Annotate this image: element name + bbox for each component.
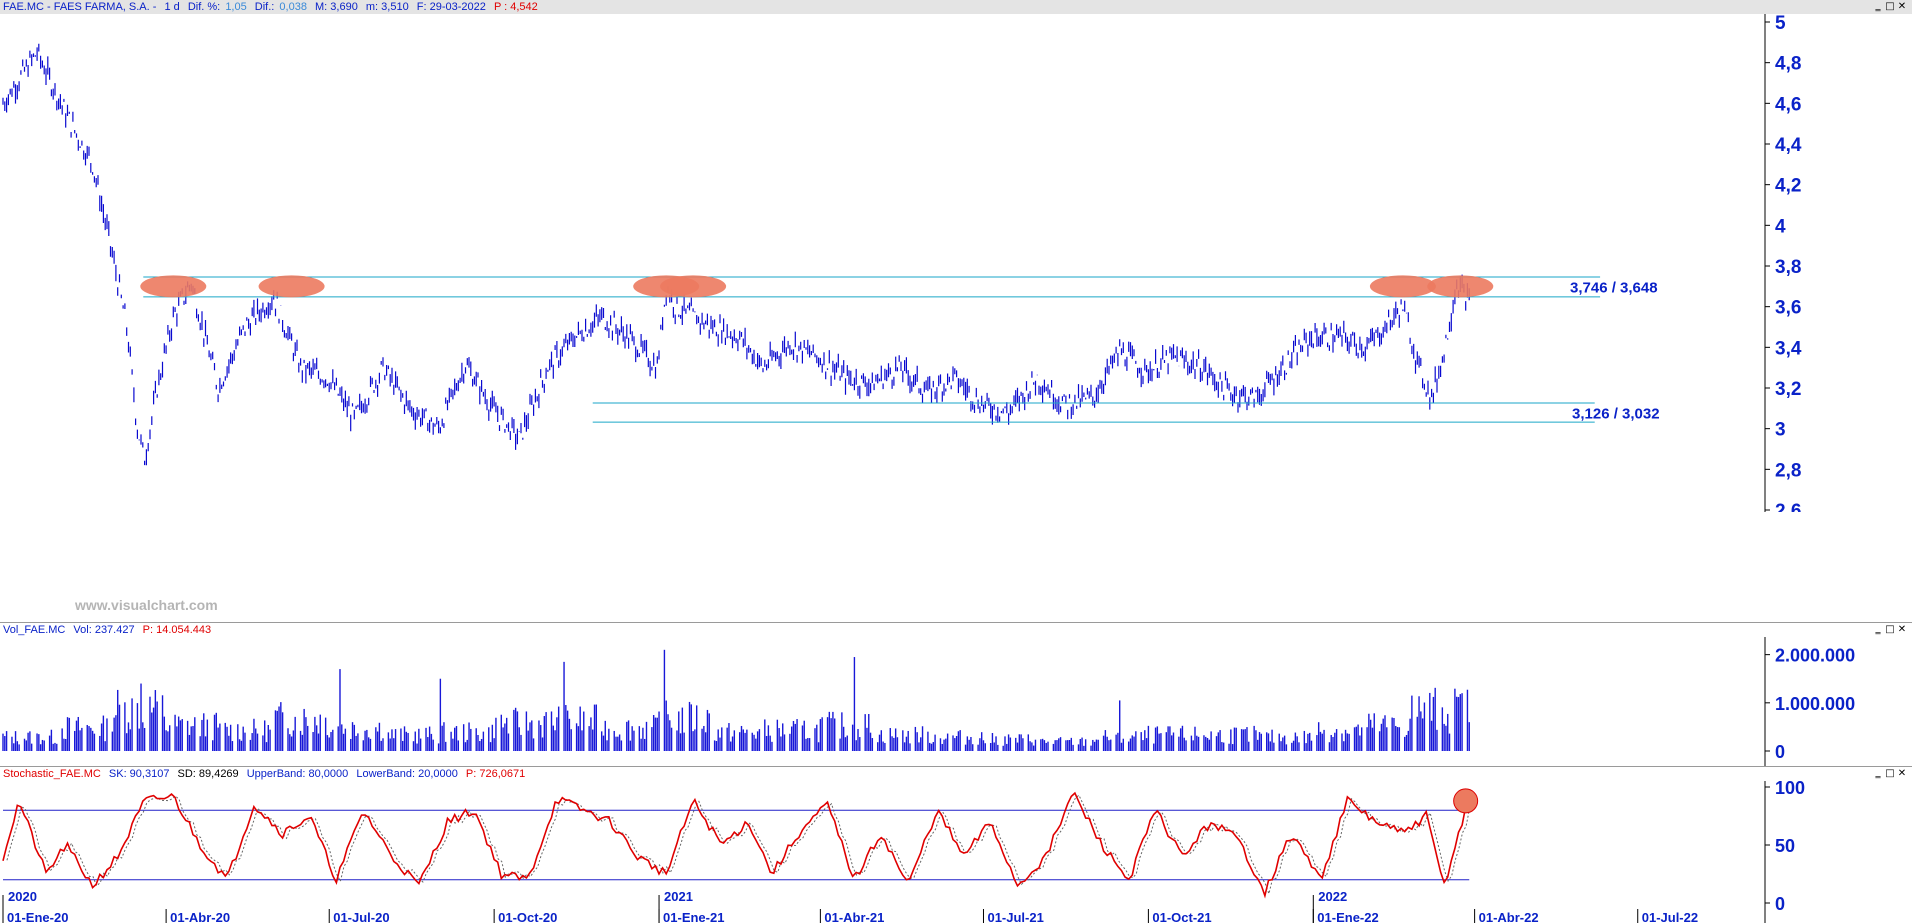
price-chart[interactable]: 5 4,8 4,6 4,4 4,2 4 3,8 3,6 3,4 3,2 3 2,8 2,6 3,746 /… — [0, 14, 1912, 512]
stochastic-y-tick-label: 100 — [1775, 781, 1805, 798]
maximize-button[interactable]: □ — [1884, 1, 1896, 12]
resistance-label: 3,746 / 3,648 — [1570, 279, 1658, 296]
volume-chart[interactable]: 2.000.000 1.000.000 0 — [0, 637, 1912, 767]
date-label: 01-Ene-20 — [7, 910, 68, 923]
volume-header: Vol_FAE.MC Vol: 237.427 P: 14.054.443 — [0, 623, 1912, 637]
stochastic-chart[interactable]: 100 50 0 2020 2021 2022 01-Ene-20 01-Abr-20 01-J… — [0, 781, 1912, 923]
lower-band-value: LowerBand: 20,0000 — [356, 768, 458, 780]
price-y-tick-label: 3 — [1775, 420, 1786, 441]
volume-window-buttons: ‗ □ ✕ — [1872, 624, 1908, 635]
stochastic-window-buttons: ‗ □ ✕ — [1872, 768, 1908, 779]
stochastic-panel[interactable]: Stochastic_FAE.MC SK: 90,3107 SD: 89,426… — [0, 766, 1912, 923]
date-label: 01-Jul-21 — [987, 910, 1043, 923]
price-y-tick-label: 2,8 — [1775, 460, 1801, 481]
maximize-button[interactable]: □ — [1884, 768, 1896, 779]
max-value: M: 3,690 — [315, 1, 358, 13]
price-y-tick-label: 3,6 — [1775, 298, 1801, 319]
date-label: 01-Ene-22 — [1317, 910, 1378, 923]
stochastic-y-tick-label: 0 — [1775, 894, 1785, 914]
price-window-buttons: ‗ □ ✕ — [1872, 1, 1908, 12]
stochastic-name: Stochastic_FAE.MC — [3, 768, 101, 780]
price-y-tick-label: 4,8 — [1775, 54, 1801, 75]
date-value: F: 29-03-2022 — [416, 1, 486, 13]
price-y-tick-label: 5 — [1775, 14, 1786, 34]
highlight-ellipse — [140, 275, 207, 298]
volume-panel[interactable]: Vol_FAE.MC Vol: 237.427 P: 14.054.443 ‗ □… — [0, 622, 1912, 767]
date-label: 01-Jul-22 — [1642, 910, 1698, 923]
volume-y-tick-label: 1.000.000 — [1775, 694, 1855, 714]
sd-value: SD: 89,4269 — [177, 768, 239, 780]
minimize-button[interactable]: ‗ — [1872, 768, 1884, 779]
price-series — [2, 43, 1470, 466]
price-y-tick-label: 4,4 — [1775, 135, 1802, 156]
price-y-tick-label: 3,4 — [1775, 338, 1802, 359]
close-button[interactable]: ✕ — [1896, 768, 1908, 779]
support-label: 3,126 / 3,032 — [1572, 405, 1660, 422]
dif-pct-label: Dif. %: — [187, 1, 221, 13]
stochastic-price: P: 726,0671 — [465, 768, 526, 780]
date-label: 01-Jul-20 — [333, 910, 389, 923]
date-label: 01-Oct-21 — [1152, 910, 1211, 923]
highlight-ellipse — [1427, 275, 1494, 298]
date-label: 01-Oct-20 — [498, 910, 557, 923]
min-value: m: 3,510 — [365, 1, 409, 13]
highlight-ellipse — [1369, 275, 1436, 298]
stochastic-y-tick-label: 50 — [1775, 836, 1795, 856]
year-label: 2022 — [1318, 889, 1347, 904]
price-y-tick-label: 4,6 — [1775, 94, 1801, 115]
volume-y-tick-label: 0 — [1775, 742, 1785, 762]
volume-price: P: 14.054.443 — [142, 624, 212, 636]
watermark: www.visualchart.com — [75, 597, 218, 613]
date-label: 01-Abr-22 — [1479, 910, 1539, 923]
date-label: 01-Ene-21 — [663, 910, 724, 923]
dif-value: 0,038 — [279, 1, 307, 13]
price-y-tick-label: 3,8 — [1775, 257, 1801, 278]
price-y-tick-label: 3,2 — [1775, 379, 1801, 400]
interval-label: 1 d — [164, 1, 180, 13]
upper-band-value: UpperBand: 80,0000 — [246, 768, 349, 780]
minimize-button[interactable]: ‗ — [1872, 624, 1884, 635]
close-button[interactable]: ✕ — [1896, 1, 1908, 12]
stochastic-highlight — [1453, 788, 1479, 814]
dif-pct-value: 1,05 — [225, 1, 247, 13]
price-value: P : 4,542 — [493, 1, 538, 13]
price-panel[interactable]: FAE.MC - FAES FARMA, S.A. - 1 d Dif. %: … — [0, 0, 1912, 613]
volume-value: Vol: 237.427 — [73, 624, 135, 636]
price-y-tick-label: 4,2 — [1775, 176, 1801, 197]
dif-label: Dif.: — [254, 1, 275, 13]
sk-value: SK: 90,3107 — [108, 768, 170, 780]
volume-y-tick-label: 2.000.000 — [1775, 646, 1855, 666]
stochastic-sk-line — [2, 791, 1470, 899]
minimize-button[interactable]: ‗ — [1872, 1, 1884, 12]
price-y-tick-label: 2,6 — [1775, 501, 1801, 512]
close-button[interactable]: ✕ — [1896, 624, 1908, 635]
volume-name: Vol_FAE.MC — [3, 624, 66, 636]
date-label: 01-Abr-21 — [824, 910, 884, 923]
maximize-button[interactable]: □ — [1884, 624, 1896, 635]
price-y-tick-label: 4 — [1775, 216, 1786, 237]
year-label: 2020 — [8, 889, 37, 904]
highlight-ellipse — [258, 275, 325, 298]
symbol-label: FAE.MC - FAES FARMA, S.A. - — [3, 1, 157, 13]
price-header: FAE.MC - FAES FARMA, S.A. - 1 d Dif. %: … — [0, 0, 1912, 14]
date-label: 01-Abr-20 — [170, 910, 230, 923]
highlight-ellipse — [660, 275, 727, 298]
year-label: 2021 — [664, 889, 693, 904]
stochastic-header: Stochastic_FAE.MC SK: 90,3107 SD: 89,426… — [0, 767, 1912, 781]
